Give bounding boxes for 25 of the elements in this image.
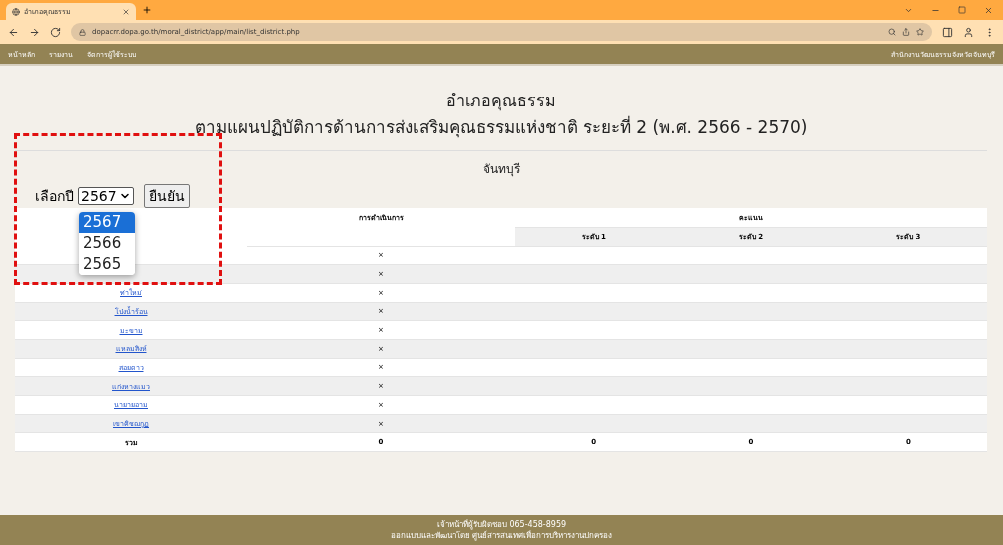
dropdown-option[interactable]: 2565 <box>79 254 135 275</box>
share-icon[interactable] <box>902 28 910 36</box>
year-select[interactable]: 2567 <box>78 187 134 205</box>
year-label: เลือกปี <box>35 187 74 206</box>
footer-text: เจ้าหน้าที่ผู้รับผิดชอบ 065-458-8959 <box>436 519 567 530</box>
globe-icon <box>12 7 20 16</box>
confirm-button[interactable]: ยืนยัน <box>143 184 190 208</box>
star-icon[interactable] <box>916 28 924 36</box>
side-panel-icon[interactable] <box>942 26 953 38</box>
dropdown-option[interactable]: 2567 <box>79 212 135 233</box>
new-tab-icon[interactable] <box>142 5 152 15</box>
lock-icon <box>79 28 86 36</box>
page-title: อำเภอคุณธรรม <box>446 90 556 113</box>
page-subtitle: ตามแผนปฏิบัติการด้านการส่งเสริมคุณธรรมแห่งชาติ ระยะที่ 2 (พ.ศ. 2566 - 2570) <box>194 114 808 140</box>
footer-text: ออกแบบและพัฒนาโดย ศูนย์สารสนเทศเพื่อการบริหารงานปกครอง <box>390 530 613 541</box>
avatar-icon[interactable] <box>963 26 974 38</box>
close-icon[interactable] <box>984 5 993 15</box>
zoom-icon[interactable] <box>888 28 896 36</box>
back-icon[interactable] <box>8 26 19 38</box>
maximize-icon[interactable] <box>958 5 966 14</box>
province-name: จันทบุรี <box>482 161 520 178</box>
close-icon[interactable] <box>122 7 130 16</box>
reload-icon[interactable] <box>50 26 61 38</box>
dropdown-option[interactable]: 2566 <box>79 233 135 254</box>
forward-icon[interactable] <box>29 26 40 38</box>
